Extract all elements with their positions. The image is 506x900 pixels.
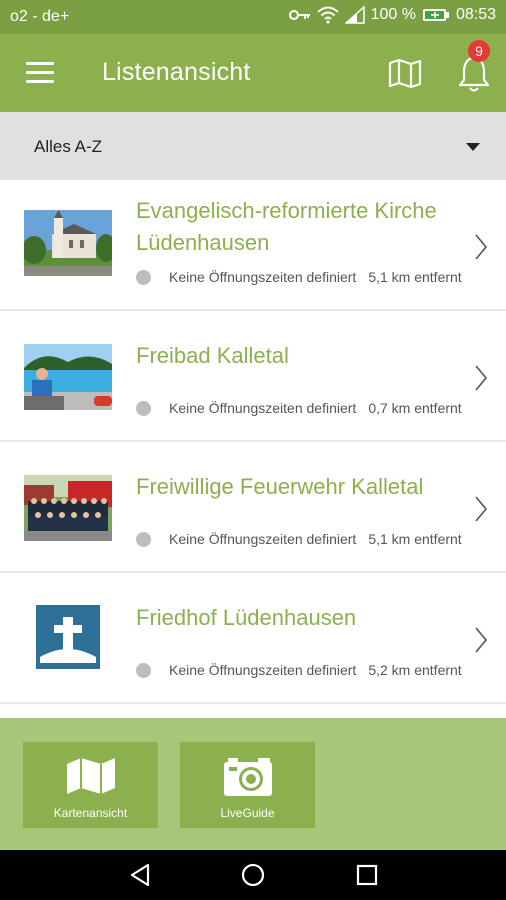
map-view-label: Kartenansicht (53, 806, 128, 820)
chevron-right-icon (475, 234, 488, 260)
wifi-icon (316, 6, 339, 24)
back-icon[interactable] (128, 862, 154, 888)
item-meta: Keine Öffnungszeiten definiert 5,2 km en… (136, 660, 462, 680)
firefighters-photo (24, 475, 112, 541)
camera-icon (223, 758, 272, 796)
opening-hours-status: Keine Öffnungszeiten definiert (169, 662, 357, 678)
poi-list: Evangelisch-reformierte Kirche Lüdenhaus… (0, 180, 506, 704)
item-title: Friedhof Lüdenhausen (136, 605, 357, 630)
map-view-button[interactable]: Kartenansicht (23, 742, 158, 828)
chevron-right-icon (475, 365, 488, 391)
battery-icon (422, 9, 449, 21)
sort-filter-dropdown[interactable]: Alles A-Z (0, 112, 506, 180)
map-icon (66, 758, 115, 794)
item-title: Freibad Kalletal (136, 343, 289, 368)
status-icons: 100 % 08:53 (288, 6, 496, 24)
list-item[interactable]: Freibad Kalletal Keine Öffnungszeiten de… (0, 311, 506, 442)
list-item[interactable]: Evangelisch-reformierte Kirche Lüdenhaus… (0, 180, 506, 311)
app-bar: Listenansicht (0, 34, 506, 112)
status-dot (136, 269, 151, 285)
chevron-right-icon (475, 496, 488, 522)
status-bar: o2 - de+ 100 % 08:53 (0, 0, 506, 34)
list-item[interactable]: Friedhof Lüdenhausen Keine Öffnungszeite… (0, 573, 506, 704)
item-meta: Keine Öffnungszeiten definiert 5,1 km en… (136, 267, 462, 287)
status-dot (136, 400, 151, 416)
opening-hours-status: Keine Öffnungszeiten definiert (169, 269, 357, 285)
distance: 5,1 km entfernt (368, 269, 462, 285)
opening-hours-status: Keine Öffnungszeiten definiert (169, 400, 357, 416)
key-icon (288, 10, 310, 20)
home-icon[interactable] (240, 862, 266, 888)
distance: 0,7 km entfernt (368, 400, 462, 416)
cemetery-icon (36, 605, 100, 669)
android-navigation-bar (0, 850, 506, 900)
status-dot (136, 662, 151, 678)
page-title: Listenansicht (102, 58, 251, 86)
opening-hours-status: Keine Öffnungszeiten definiert (169, 531, 357, 547)
pool-photo (24, 344, 112, 410)
map-icon[interactable] (388, 58, 422, 88)
church-photo (24, 210, 112, 276)
status-dot (136, 531, 151, 547)
distance: 5,2 km entfernt (368, 662, 462, 678)
notification-badge: 9 (468, 40, 490, 62)
bottom-shortcut-panel: Kartenansicht LiveGuide (0, 718, 506, 850)
sort-filter-label: Alles A-Z (34, 137, 103, 156)
carrier-name: o2 - de+ (10, 8, 70, 25)
distance: 5,1 km entfernt (368, 531, 462, 547)
chevron-right-icon (475, 627, 488, 653)
signal-icon (344, 6, 365, 24)
caret-down-icon (466, 143, 480, 151)
item-meta: Keine Öffnungszeiten definiert 0,7 km en… (136, 398, 462, 418)
item-title: Freiwillige Feuerwehr Kalletal (136, 474, 424, 499)
hamburger-menu-icon[interactable] (26, 62, 54, 84)
battery-percent: 100 % (370, 6, 416, 23)
liveguide-button[interactable]: LiveGuide (180, 742, 315, 828)
item-title: Evangelisch-reformierte Kirche Lüdenhaus… (136, 198, 437, 255)
recent-apps-icon[interactable] (354, 862, 380, 888)
list-item[interactable]: Freiwillige Feuerwehr Kalletal Keine Öff… (0, 442, 506, 573)
liveguide-label: LiveGuide (220, 806, 275, 820)
item-meta: Keine Öffnungszeiten definiert 5,1 km en… (136, 529, 462, 549)
clock: 08:53 (455, 6, 496, 23)
